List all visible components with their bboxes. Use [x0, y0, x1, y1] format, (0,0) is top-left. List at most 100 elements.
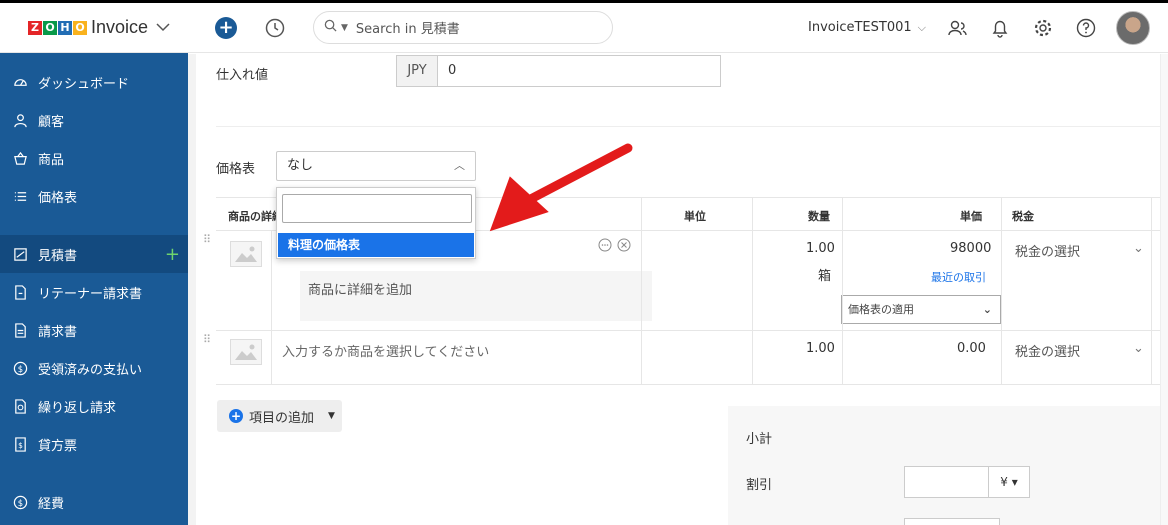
- remove-row-icon[interactable]: [617, 238, 631, 256]
- sidebar-item-label: 請求書: [38, 324, 78, 340]
- column-quantity: 数量: [808, 210, 830, 223]
- chevron-down-icon: ⌄: [1133, 341, 1144, 356]
- info-icon[interactable]: [1010, 520, 1022, 525]
- chevron-down-icon[interactable]: [156, 20, 170, 36]
- sidebar-item-recurring-invoices[interactable]: 繰り返し請求: [0, 387, 188, 425]
- sidebar-item-estimates[interactable]: 見積書 +: [0, 235, 188, 273]
- rate-value[interactable]: 98000: [950, 241, 991, 256]
- column-divider: [641, 197, 642, 385]
- sidebar-item-label: 貸方票: [38, 438, 78, 454]
- divider: [216, 126, 1168, 127]
- estimate-icon: [12, 246, 28, 262]
- totals-panel: 小計 割引 ¥ ▾: [728, 406, 1168, 525]
- sidebar-item-customers[interactable]: 顧客: [0, 101, 188, 139]
- sidebar-item-label: 繰り返し請求: [38, 400, 117, 416]
- avatar[interactable]: [1116, 11, 1150, 45]
- search-bar[interactable]: ▼ Search in 見積書: [313, 11, 613, 44]
- unit-label: 箱: [818, 269, 832, 284]
- discount-input[interactable]: [904, 466, 990, 498]
- bell-icon[interactable]: [989, 17, 1011, 39]
- tax-select[interactable]: 税金の選択 ⌄: [1015, 341, 1144, 360]
- sidebar-item-label: 価格表: [38, 190, 78, 206]
- column-divider: [271, 231, 272, 385]
- chevron-down-icon: ⌄: [982, 303, 992, 316]
- top-header: + ▼ Search in 見積書 InvoiceTEST001 ⌵: [188, 3, 1168, 53]
- discount-label: 割引: [746, 478, 773, 493]
- item-name-input[interactable]: 入力するか商品を選択してください: [282, 341, 489, 360]
- sidebar-item-payments-received[interactable]: $ 受領済みの支払い: [0, 349, 188, 387]
- org-switcher[interactable]: InvoiceTEST001 ⌵: [808, 20, 926, 35]
- rate-value[interactable]: 0.00: [957, 341, 986, 356]
- quantity-value[interactable]: 1.00: [806, 241, 835, 256]
- column-rate: 単価: [960, 210, 982, 223]
- sidebar-item-label: 見積書: [38, 248, 78, 264]
- gear-icon[interactable]: [1032, 17, 1054, 39]
- apply-price-list-select[interactable]: 価格表の適用 ⌄: [841, 295, 1001, 324]
- column-divider: [752, 197, 753, 385]
- discount-type-select[interactable]: ¥ ▾: [988, 466, 1030, 498]
- price-list-label: 価格表: [216, 162, 256, 177]
- quick-create-button[interactable]: +: [215, 17, 237, 39]
- plus-icon[interactable]: +: [165, 244, 180, 265]
- adjustment-input[interactable]: [904, 518, 1000, 525]
- annotation-arrow: [489, 143, 633, 232]
- tax-select-label: 税金の選択: [1015, 245, 1081, 260]
- chevron-down-icon: ⌄: [1133, 241, 1144, 256]
- sidebar-item-label: ダッシュボード: [38, 76, 130, 92]
- add-item-label: 項目の追加: [249, 410, 315, 426]
- sidebar-item-price-lists[interactable]: 価格表: [0, 177, 188, 215]
- history-icon[interactable]: [264, 17, 286, 39]
- image-placeholder-icon[interactable]: [230, 241, 262, 267]
- recent-transactions-link[interactable]: 最近の取引: [931, 269, 986, 285]
- basket-icon: [12, 150, 28, 166]
- price-list-select[interactable]: なし ︿: [276, 151, 476, 181]
- table-row: ⠿ 入力するか商品を選択してください 1.00 0.00 税金の選択 ⌄: [203, 331, 1168, 385]
- search-input[interactable]: Search in 見積書: [356, 18, 460, 37]
- add-item-button[interactable]: + 項目の追加 ▼: [217, 400, 342, 432]
- sidebar-item-invoices[interactable]: 請求書: [0, 311, 188, 349]
- chevron-down-icon: ⌵: [917, 21, 926, 34]
- dropdown-option-cooking-price-list[interactable]: 料理の価格表: [278, 233, 474, 257]
- drag-handle-icon[interactable]: ⠿: [203, 334, 211, 345]
- quantity-value[interactable]: 1.00: [806, 341, 835, 356]
- sidebar-item-dashboard[interactable]: ダッシュボード: [0, 63, 188, 101]
- sidebar: Z O H O Invoice ダッシュボード 顧客 商品 価格表 見積書 + …: [0, 3, 188, 525]
- item-description-input[interactable]: 商品に詳細を追加: [300, 271, 652, 321]
- purchase-price-label: 仕入れ値: [216, 68, 269, 83]
- subtotal-label: 小計: [746, 432, 773, 447]
- recurring-icon: [12, 398, 28, 414]
- app-name: Invoice: [91, 17, 149, 37]
- more-options-icon[interactable]: [598, 238, 612, 256]
- column-unit: 単位: [684, 210, 706, 223]
- column-divider: [1001, 197, 1002, 385]
- dropdown-search-input[interactable]: [282, 194, 472, 223]
- svg-text:$: $: [18, 440, 23, 449]
- svg-text:$: $: [17, 363, 22, 373]
- content-gutter: [188, 54, 196, 525]
- plus-circle-icon: +: [229, 409, 243, 423]
- chevron-up-icon: ︿: [454, 159, 465, 172]
- purchase-price-input[interactable]: 0: [437, 55, 721, 87]
- sidebar-item-retainer-invoices[interactable]: リテーナー請求書: [0, 273, 188, 311]
- currency-addon: JPY: [396, 55, 438, 87]
- sidebar-item-label: リテーナー請求書: [38, 286, 143, 302]
- tax-select-label: 税金の選択: [1015, 345, 1081, 360]
- document-icon: [12, 322, 28, 338]
- tax-select[interactable]: 税金の選択 ⌄: [1015, 241, 1144, 260]
- sidebar-item-credit-notes[interactable]: $ 貸方票: [0, 425, 188, 463]
- scrollbar[interactable]: [1160, 54, 1168, 525]
- caret-down-icon[interactable]: ▼: [328, 411, 335, 421]
- payment-icon: $: [12, 360, 28, 376]
- users-icon[interactable]: [946, 17, 968, 39]
- dashboard-icon: [12, 74, 28, 90]
- caret-down-icon[interactable]: ▼: [341, 23, 348, 33]
- column-tax: 税金: [1012, 210, 1034, 223]
- org-name: InvoiceTEST001: [808, 20, 912, 35]
- sidebar-item-expenses[interactable]: $ 経費: [0, 483, 188, 521]
- sidebar-item-items[interactable]: 商品: [0, 139, 188, 177]
- image-placeholder-icon[interactable]: [230, 339, 262, 365]
- brand[interactable]: Z O H O Invoice: [0, 3, 188, 53]
- retainer-icon: [12, 284, 28, 300]
- drag-handle-icon[interactable]: ⠿: [203, 234, 211, 245]
- help-icon[interactable]: [1075, 17, 1097, 39]
